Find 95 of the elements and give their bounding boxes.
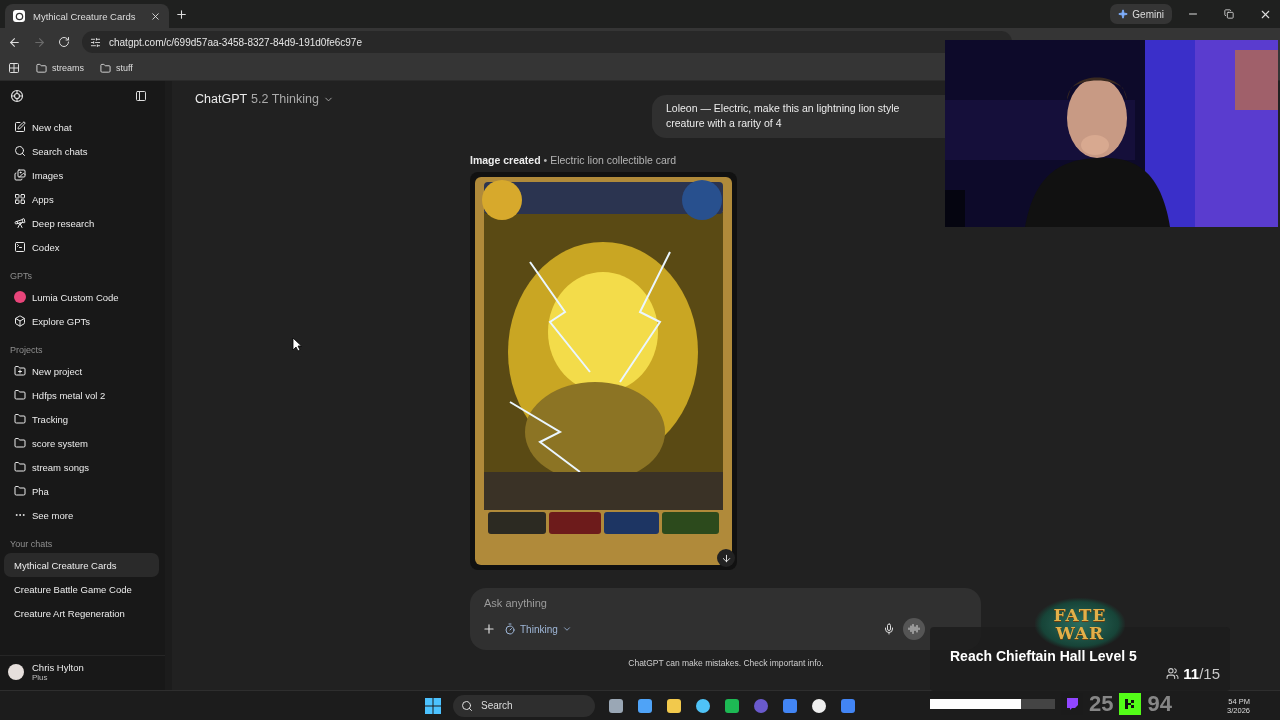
sidebar-item[interactable]: Tracking bbox=[4, 407, 159, 431]
sidebar-item[interactable]: New chat bbox=[4, 115, 159, 139]
message-input[interactable]: Ask anything bbox=[482, 596, 971, 610]
mic-icon bbox=[883, 623, 895, 635]
app-icon[interactable] bbox=[723, 697, 740, 714]
sidebar-item[interactable]: stream songs bbox=[4, 455, 159, 479]
image-caption: Image created • Electric lion collectible card bbox=[470, 154, 678, 166]
close-tab-button[interactable] bbox=[150, 10, 161, 22]
telescope-icon bbox=[14, 217, 26, 229]
folder-icon bbox=[14, 437, 26, 449]
kick-count: 94 bbox=[1147, 691, 1172, 717]
forward-icon bbox=[33, 35, 46, 49]
game-logo: FATE WAR bbox=[1035, 598, 1125, 650]
apps-button[interactable] bbox=[8, 62, 20, 74]
site-icon bbox=[13, 10, 25, 22]
twitch-count: 25 bbox=[1089, 691, 1114, 717]
browser-tab[interactable]: Mythical Creature Cards bbox=[5, 4, 169, 28]
taskbar-search[interactable]: Search bbox=[453, 694, 595, 717]
section-title: Projects bbox=[9, 344, 44, 357]
sidebar-item[interactable]: Codex bbox=[4, 235, 159, 259]
user-plan: Plus bbox=[32, 673, 49, 682]
sidebar-item[interactable]: New project bbox=[4, 359, 159, 383]
sidebar-item[interactable]: See more bbox=[4, 503, 159, 527]
sidebar-item[interactable]: Explore GPTs bbox=[4, 309, 159, 333]
cube-icon bbox=[14, 315, 26, 327]
app-icon[interactable] bbox=[607, 697, 624, 714]
gemini-button[interactable]: Gemini bbox=[1110, 4, 1172, 24]
search-icon bbox=[14, 145, 26, 157]
folder-icon bbox=[14, 485, 26, 497]
app-icon[interactable] bbox=[810, 697, 827, 714]
avatar[interactable] bbox=[8, 664, 24, 680]
folder-icon bbox=[14, 389, 26, 401]
search-icon bbox=[461, 699, 473, 712]
reload-icon bbox=[58, 36, 70, 48]
panel-icon bbox=[135, 90, 147, 102]
terminal-icon bbox=[14, 241, 26, 253]
app-icon[interactable] bbox=[636, 697, 653, 714]
start-button[interactable] bbox=[424, 697, 441, 714]
app-icon[interactable] bbox=[665, 697, 682, 714]
sidebar-item[interactable]: Search chats bbox=[4, 139, 159, 163]
sound-wave-icon bbox=[908, 623, 920, 635]
app-icon[interactable] bbox=[694, 697, 711, 714]
sidebar-item[interactable]: Lumia Custom Code bbox=[4, 285, 159, 309]
sidebar-item[interactable]: Images bbox=[4, 163, 159, 187]
back-icon bbox=[8, 35, 21, 49]
folder-plus-icon bbox=[14, 365, 26, 377]
close-icon bbox=[150, 10, 161, 22]
chat-item[interactable]: Mythical Creature Cards bbox=[4, 553, 159, 577]
thinking-button[interactable]: Thinking bbox=[504, 623, 572, 635]
new-tab-button[interactable] bbox=[175, 8, 188, 21]
goal-count: 11/15 bbox=[1183, 665, 1220, 682]
bookmark-folder[interactable]: streams bbox=[36, 62, 84, 74]
message-text: Loleon — Electric, make this an lightning lion style creature with a rarity of 4 bbox=[666, 101, 901, 131]
people-icon bbox=[1166, 667, 1180, 680]
pencil-square-icon bbox=[14, 121, 26, 133]
user-name: Chris Hylton bbox=[32, 662, 84, 673]
disclaimer: ChatGPT can make mistakes. Check important info. bbox=[628, 658, 824, 668]
sidebar-item[interactable]: Apps bbox=[4, 187, 159, 211]
timer-icon bbox=[504, 623, 516, 635]
sidebar-toggle-button[interactable] bbox=[135, 90, 147, 102]
cursor-icon bbox=[292, 337, 302, 352]
images-icon bbox=[14, 169, 26, 181]
folder-icon bbox=[14, 413, 26, 425]
folder-icon bbox=[100, 62, 111, 74]
bookmark-folder[interactable]: stuff bbox=[100, 62, 133, 74]
address-bar[interactable]: chatgpt.com/c/699d57aa-3458-8327-84d9-191d0fe6c97e bbox=[82, 31, 1012, 53]
back-button[interactable] bbox=[8, 35, 21, 49]
chat-item[interactable]: Creature Battle Game Code bbox=[4, 577, 159, 601]
voice-button[interactable] bbox=[903, 618, 925, 640]
grid-icon bbox=[14, 193, 26, 205]
section-title: GPTs bbox=[9, 270, 33, 283]
tab-title: Mythical Creature Cards bbox=[33, 10, 137, 22]
section-title: Your chats bbox=[9, 538, 54, 551]
folder-icon bbox=[36, 62, 47, 74]
plus-icon bbox=[175, 8, 188, 21]
model-selector[interactable]: ChatGPT 5.2 Thinking bbox=[189, 89, 340, 109]
reload-button[interactable] bbox=[58, 36, 70, 48]
sidebar-item[interactable]: Pha bbox=[4, 479, 159, 503]
restore-icon bbox=[1224, 9, 1234, 19]
site-info-icon[interactable] bbox=[90, 36, 101, 48]
folder-icon bbox=[14, 461, 26, 473]
logo-icon[interactable] bbox=[10, 89, 24, 103]
kick-icon bbox=[1119, 693, 1142, 715]
chat-item[interactable]: Creature Art Regeneration bbox=[4, 601, 159, 625]
sidebar-item[interactable]: Hdfps metal vol 2 bbox=[4, 383, 159, 407]
sidebar-item[interactable]: score system bbox=[4, 431, 159, 455]
mic-button[interactable] bbox=[883, 623, 895, 635]
sidebar-item[interactable]: Deep research bbox=[4, 211, 159, 235]
goal-title: Reach Chieftain Hall Level 5 bbox=[950, 647, 1138, 665]
plus-icon bbox=[482, 622, 496, 636]
sparkle-icon bbox=[1118, 9, 1129, 19]
add-button[interactable] bbox=[482, 622, 496, 636]
apps-icon bbox=[8, 62, 20, 74]
arrow-down-icon bbox=[720, 552, 732, 564]
chevron-down-icon bbox=[561, 624, 572, 634]
